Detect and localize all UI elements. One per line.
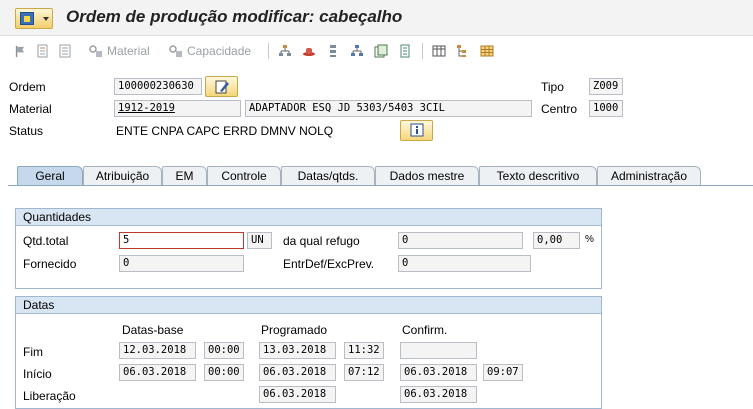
centro-label: Centro [541,102,578,116]
tab-texto-descritivo[interactable]: Texto descritivo [479,166,597,186]
sequence-icon [400,44,410,58]
material-button-label: Material [107,44,150,58]
display-document-button[interactable] [36,42,50,60]
tab-strip: Geral Atribuição EM Controle Datas/qtds.… [0,166,753,186]
fim-base-date[interactable]: 12.03.2018 [119,342,196,359]
tipo-field: Z009 [589,78,623,95]
structure-icon [457,45,466,57]
document-icon [37,44,48,58]
qtd-total-input[interactable]: 5 [119,232,244,249]
application-toolbar: Material Capacidade [0,37,753,65]
toolbar-separator [268,43,269,59]
material-icon [89,45,102,57]
confirm-header: Confirm. [402,323,448,337]
entrdef-label: EntrDef/ExcPrev. [283,257,375,271]
documents-icon [374,44,388,58]
unit-field[interactable]: UN [247,232,272,249]
centro-field: 1000 [589,100,623,117]
datas-base-header: Datas-base [122,323,184,337]
tab-datas-qtds[interactable]: Datas/qtds. [281,166,375,186]
inicio-prog-date: 06.03.2018 [259,364,336,381]
release-flag-button[interactable] [14,42,27,60]
status-label: Status [9,124,44,138]
qtd-total-label: Qtd.total [23,234,69,248]
liberacao-label: Liberação [23,389,76,403]
components-button[interactable] [326,42,340,60]
hierarchy-button[interactable] [278,42,292,60]
transaction-icon [20,12,34,25]
sequence-button[interactable] [398,42,412,60]
table-icon [432,45,446,57]
edit-order-button[interactable] [205,76,238,97]
material-description-field: ADAPTADOR ESQ JD 5303/5403 3CIL [245,100,532,117]
documents-button[interactable] [374,42,388,60]
liberacao-conf-date: 06.03.2018 [400,386,477,403]
tab-administracao[interactable]: Administração [597,166,701,186]
entrdef-field: 0 [398,255,531,272]
fornecido-label: Fornecido [23,257,77,271]
inicio-conf-date: 06.03.2018 [400,364,477,381]
structure-button[interactable] [456,42,470,60]
quantidades-title: Quantidades [16,209,601,226]
material-value: 1912-2019 [118,102,175,114]
inicio-label: Início [23,367,52,381]
info-icon [410,123,424,137]
inicio-conf-time: 09:07 [483,364,523,381]
inicio-base-time[interactable]: 00:00 [204,364,244,381]
ordem-label: Ordem [9,80,46,94]
inicio-prog-time: 07:12 [344,364,384,381]
fim-prog-time: 11:32 [344,342,384,359]
fornecido-field: 0 [119,255,244,272]
refugo-percent-input[interactable]: 0,00 [533,232,580,249]
inicio-base-date[interactable]: 06.03.2018 [119,364,196,381]
tab-em[interactable]: EM [162,166,207,186]
fim-base-time[interactable]: 00:00 [204,342,244,359]
status-value: ENTE CNPA CAPC ERRD DMNV NOLQ [116,124,334,138]
refugo-label: da qual refugo [283,234,360,248]
hierarchy-icon [279,45,291,56]
status-info-button[interactable] [400,120,433,141]
hat-button[interactable] [302,42,316,60]
material-label: Material [9,102,52,116]
ordem-field[interactable]: 100000230630 [114,78,202,95]
list-view-button[interactable] [58,42,72,60]
tab-dados-mestre[interactable]: Dados mestre [375,166,479,186]
list-icon [59,44,71,58]
grid-icon [480,45,494,57]
capacidade-button-label: Capacidade [187,44,252,58]
material-button[interactable]: Material [88,42,150,60]
capacity-icon [169,45,182,57]
fim-label: Fim [23,345,43,359]
tipo-label: Tipo [541,80,564,94]
datas-title: Datas [16,297,601,314]
capacidade-button[interactable]: Capacidade [168,42,251,60]
system-menu-button[interactable] [15,8,53,29]
pencil-icon [215,80,229,94]
hat-icon [303,48,315,56]
fim-conf-date [400,342,477,359]
refugo-input[interactable]: 0 [398,232,523,249]
title-bar: Ordem de produção modificar: cabeçalho [0,0,753,36]
fim-prog-date: 13.03.2018 [259,342,336,359]
liberacao-prog-date: 06.03.2018 [259,386,336,403]
components-icon [330,45,336,57]
material-field[interactable]: 1912-2019 [114,100,241,117]
tab-geral[interactable]: Geral [17,166,83,186]
tab-controle[interactable]: Controle [207,166,281,186]
percent-sign: % [585,234,594,245]
programado-header: Programado [261,323,328,337]
page-title: Ordem de produção modificar: cabeçalho [66,7,403,26]
network-icon [351,45,363,56]
toolbar-separator [422,43,423,59]
flag-icon [15,45,25,57]
grid-button[interactable] [480,42,494,60]
dropdown-arrow-icon [43,17,49,21]
network-button[interactable] [350,42,364,60]
table-button[interactable] [432,42,446,60]
tab-atribuicao[interactable]: Atribuição [83,166,162,186]
